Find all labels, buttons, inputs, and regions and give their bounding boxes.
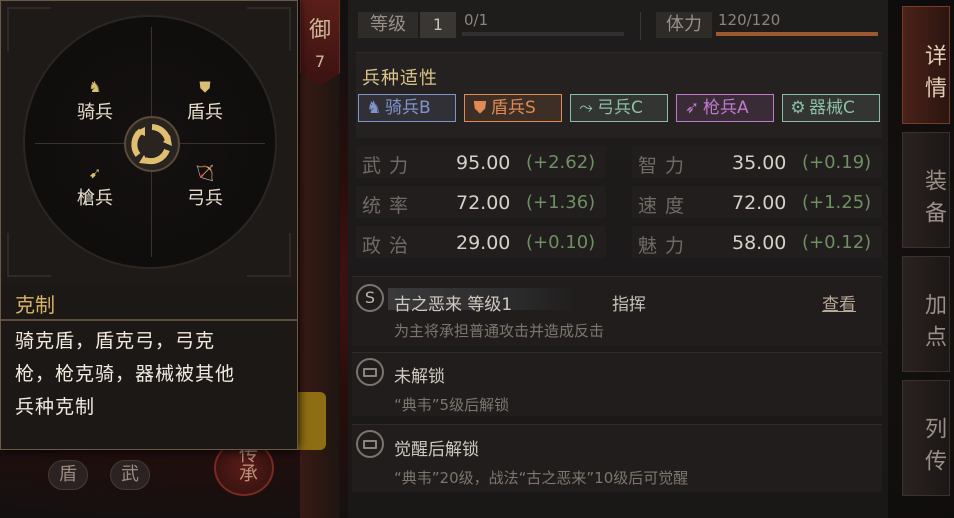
header-divider <box>640 12 641 40</box>
chip-label: 弓兵C <box>597 98 643 118</box>
horse-icon: ♞ <box>88 78 102 96</box>
stat-value: 72.00 <box>732 192 787 214</box>
tab-biography[interactable]: 列传 <box>902 380 950 496</box>
restraint-description: 骑克盾，盾克弓，弓克 枪，枪克骑，器械被其他 兵种克制 <box>15 325 287 424</box>
skill-grade-icon: S <box>356 284 384 312</box>
stat-value: 95.00 <box>456 152 511 174</box>
skill-description: “典韦”20级，战法“古之恶来”10级后可觉醒 <box>394 469 689 487</box>
wheel-unit-label: 弓兵 <box>187 188 223 209</box>
stat-name: 武力 <box>362 155 417 177</box>
bow-icon: 🏹 <box>195 164 215 182</box>
bow-icon: ⤳ <box>579 98 593 118</box>
stat-name: 政治 <box>362 235 417 257</box>
stat-bonus: (+1.36) <box>526 192 596 213</box>
shield-icon: ⛊ <box>473 98 487 118</box>
corner-ornament <box>7 233 51 277</box>
restraint-wheel: ♞ 骑兵 ⛊ 盾兵 ➹ 槍兵 🏹 弓兵 <box>23 15 277 269</box>
stat-name: 魅力 <box>638 235 693 257</box>
gear-icon: ⚙ <box>790 98 806 118</box>
tab-details[interactable]: 详情 <box>902 6 950 124</box>
cycle-arrows-icon <box>124 116 180 172</box>
restraint-line: 兵种克制 <box>15 396 96 418</box>
chip-label: 骑兵B <box>385 98 431 118</box>
corner-ornament <box>7 7 51 51</box>
stamina-bar-fill <box>716 32 878 36</box>
level-label: 等级 <box>358 12 418 38</box>
stat-value: 35.00 <box>732 152 787 174</box>
lock-icon <box>356 358 384 386</box>
wheel-unit-cavalry: ♞ 骑兵 <box>65 77 125 124</box>
corner-ornament <box>247 7 291 51</box>
skill-view-link[interactable]: 查看 <box>822 290 856 315</box>
stat-bonus: (+0.12) <box>802 232 872 253</box>
skill-name: 觉醒后解锁 <box>394 440 479 460</box>
wheel-unit-shield: ⛊ 盾兵 <box>175 77 235 124</box>
horse-icon: ♞ <box>366 98 382 118</box>
skill-name: 古之恶来 等级1 <box>394 295 513 315</box>
skill-description: 为主将承担普通攻击并造成反击 <box>394 322 605 340</box>
corner-ornament <box>247 233 291 277</box>
restraint-popup: ♞ 骑兵 ⛊ 盾兵 ➹ 槍兵 🏹 弓兵 克制 骑克盾，盾克弓，弓克 枪，枪克骑，… <box>0 0 298 450</box>
chip-bow[interactable]: ⤳ 弓兵C <box>570 94 668 122</box>
level-value: 1 <box>420 12 456 38</box>
restraint-line: 枪，枪克骑，器械被其他 <box>15 363 236 385</box>
skill-name: 未解锁 <box>394 367 445 387</box>
stat-name: 统率 <box>362 195 417 217</box>
chip-label: 盾兵S <box>491 98 536 118</box>
exp-bar <box>462 32 624 36</box>
stamina-bar <box>716 32 878 36</box>
defense-tag-char: 御 <box>308 18 331 43</box>
chip-label: 枪兵A <box>703 98 749 118</box>
stat-value: 58.00 <box>732 232 787 254</box>
wheel-unit-label: 盾兵 <box>187 102 223 123</box>
chip-cavalry[interactable]: ♞ 骑兵B <box>358 94 456 122</box>
tab-equipment[interactable]: 装备 <box>902 132 950 248</box>
stamina-text: 120/120 <box>718 11 781 29</box>
defense-tag[interactable]: 御 7 <box>300 0 340 86</box>
lock-icon <box>356 430 384 458</box>
skill-type: 指挥 <box>612 295 646 315</box>
stat-bonus: (+2.62) <box>526 152 596 173</box>
stat-bonus: (+0.10) <box>526 232 596 253</box>
defense-tag-number: 7 <box>314 52 326 71</box>
wu-mini-button[interactable]: 武 <box>110 460 150 490</box>
chip-label: 器械C <box>809 98 855 118</box>
skill-description: “典韦”5级后解锁 <box>394 396 510 414</box>
shield-icon: ⛊ <box>199 78 211 96</box>
stat-bonus: (+0.19) <box>802 152 872 173</box>
stat-name: 智力 <box>638 155 693 177</box>
wheel-unit-spear: ➹ 槍兵 <box>65 163 125 210</box>
chip-spear[interactable]: ➶ 枪兵A <box>676 94 774 122</box>
spear-icon: ➶ <box>684 98 700 118</box>
wheel-unit-label: 槍兵 <box>77 188 113 209</box>
wheel-unit-bow: 🏹 弓兵 <box>175 163 235 210</box>
spear-icon: ➹ <box>88 164 102 182</box>
chip-shield[interactable]: ⛊ 盾兵S <box>464 94 562 122</box>
stat-value: 29.00 <box>456 232 511 254</box>
chip-siege[interactable]: ⚙ 器械C <box>782 94 880 122</box>
stat-name: 速度 <box>638 195 693 217</box>
wheel-unit-label: 骑兵 <box>77 102 113 123</box>
restraint-wheel-area: ♞ 骑兵 ⛊ 盾兵 ➹ 槍兵 🏹 弓兵 <box>1 1 297 283</box>
shield-mini-button[interactable]: 盾 <box>48 460 88 490</box>
tab-points[interactable]: 加点 <box>902 256 950 372</box>
troop-aptitude-title: 兵种适性 <box>362 68 438 89</box>
stamina-label: 体力 <box>656 12 712 38</box>
stat-value: 72.00 <box>456 192 511 214</box>
exp-text: 0/1 <box>464 11 489 29</box>
restraint-line: 骑克盾，盾克弓，弓克 <box>15 330 216 352</box>
restraint-title: 克制 <box>15 293 55 317</box>
restraint-divider <box>1 319 297 321</box>
stat-bonus: (+1.25) <box>802 192 872 213</box>
